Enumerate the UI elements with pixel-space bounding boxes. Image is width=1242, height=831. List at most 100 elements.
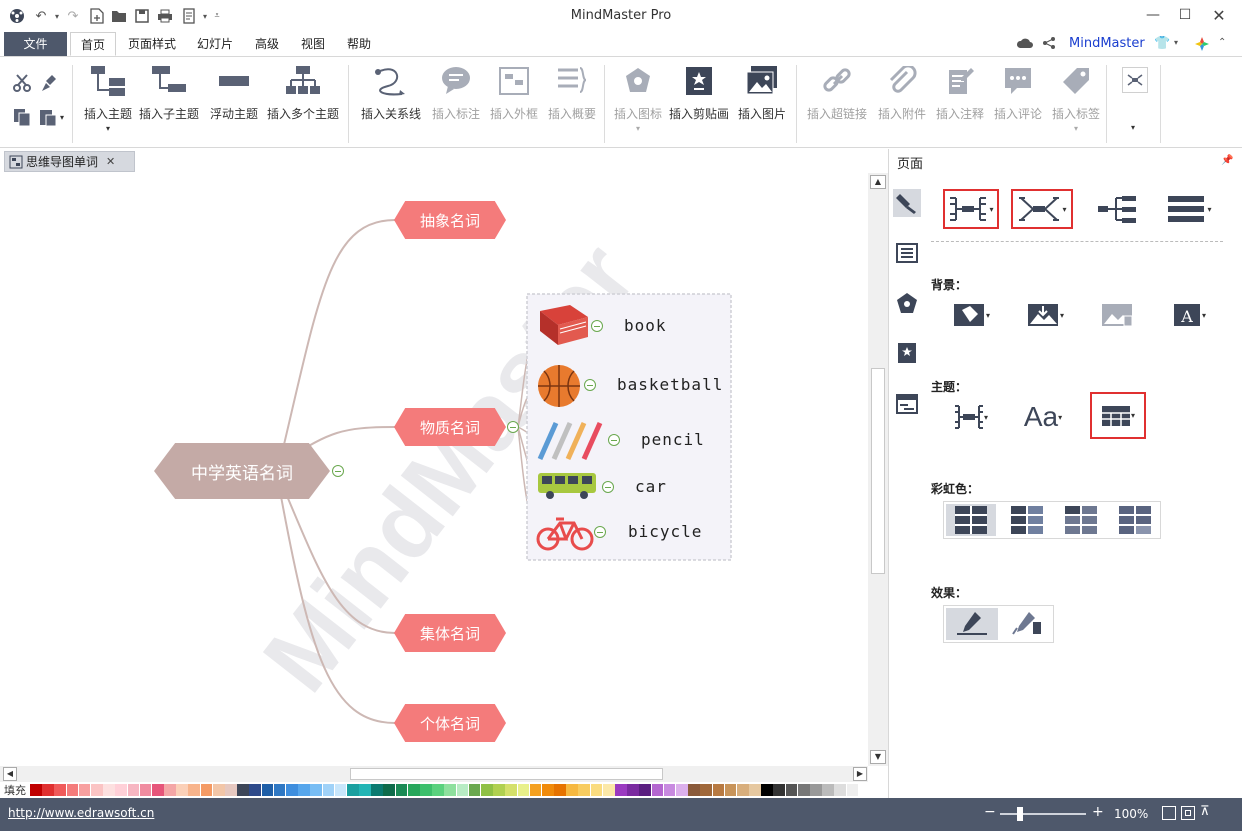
account-name[interactable]: MindMaster bbox=[1069, 36, 1145, 51]
symbol-icon[interactable] bbox=[893, 289, 921, 317]
color-swatch[interactable] bbox=[237, 784, 249, 796]
color-swatch[interactable] bbox=[139, 784, 152, 796]
color-swatch[interactable] bbox=[773, 784, 786, 796]
branch-abstract-nouns[interactable]: 抽象名词 bbox=[394, 201, 506, 239]
color-swatch[interactable] bbox=[66, 784, 79, 796]
skin-icon[interactable]: 👕 bbox=[1154, 36, 1170, 51]
rainbow-option-4[interactable] bbox=[1110, 504, 1160, 536]
color-swatch[interactable] bbox=[432, 784, 444, 796]
insert-note-button[interactable]: 插入注释 bbox=[932, 63, 988, 122]
color-swatch[interactable] bbox=[176, 784, 188, 796]
outline-list-icon[interactable] bbox=[893, 239, 921, 267]
skin-dropdown-icon[interactable]: ▾ bbox=[1174, 38, 1178, 47]
pin-panel-icon[interactable]: 📌 bbox=[1221, 155, 1233, 166]
collapse-ribbon-icon[interactable]: ⌃ bbox=[1218, 37, 1226, 48]
close-tab-icon[interactable]: ✕ bbox=[106, 155, 115, 168]
color-swatch[interactable] bbox=[346, 784, 359, 796]
color-swatch[interactable] bbox=[810, 784, 822, 796]
tab-view[interactable]: 视图 bbox=[294, 32, 332, 56]
color-swatch[interactable] bbox=[566, 784, 578, 796]
color-swatch[interactable] bbox=[420, 784, 432, 796]
color-swatch[interactable] bbox=[785, 784, 798, 796]
color-swatch[interactable] bbox=[822, 784, 834, 796]
layout-tree-button[interactable] bbox=[1089, 189, 1145, 229]
mindmap-canvas[interactable]: MindMaster 中学英语名词 抽象名词 物质名词 集体名词 个体名词 bo… bbox=[0, 173, 868, 766]
layout-list-button[interactable]: ▾ bbox=[1161, 189, 1217, 229]
leaf-collapse-icon[interactable] bbox=[594, 526, 606, 538]
color-swatch[interactable] bbox=[675, 784, 688, 796]
color-swatch[interactable] bbox=[627, 784, 639, 796]
color-swatch[interactable] bbox=[688, 784, 700, 796]
insert-relation-button[interactable]: 插入关系线 bbox=[356, 63, 426, 122]
color-swatch[interactable] bbox=[188, 784, 201, 796]
insert-icon-button[interactable]: 插入图标 ▾ bbox=[610, 63, 666, 133]
color-swatch[interactable] bbox=[371, 784, 383, 796]
effect-flat-button[interactable] bbox=[946, 608, 998, 640]
tab-slides[interactable]: 幻灯片 bbox=[190, 32, 240, 56]
leaf-collapse-icon[interactable] bbox=[602, 481, 614, 493]
scroll-left-icon[interactable]: ◀ bbox=[3, 767, 17, 781]
insert-tag-button[interactable]: 插入标签 ▾ bbox=[1048, 63, 1104, 133]
horizontal-scrollbar[interactable]: ◀ ▶ bbox=[0, 766, 868, 782]
color-swatch[interactable] bbox=[468, 784, 481, 796]
insert-boundary-button[interactable]: 插入外框 bbox=[486, 63, 542, 122]
color-swatch[interactable] bbox=[225, 784, 237, 796]
color-swatch[interactable] bbox=[749, 784, 761, 796]
branch-collective-nouns[interactable]: 集体名词 bbox=[394, 614, 506, 652]
color-swatch[interactable] bbox=[212, 784, 225, 796]
insert-subtopic-button[interactable]: 插入子主题 bbox=[138, 63, 200, 122]
color-swatch[interactable] bbox=[285, 784, 298, 796]
vertical-scrollbar[interactable]: ▲ ▼ bbox=[868, 173, 888, 766]
color-swatch[interactable] bbox=[529, 784, 542, 796]
color-swatch[interactable] bbox=[334, 784, 347, 796]
rainbow-single-color[interactable] bbox=[946, 504, 996, 536]
color-swatch[interactable] bbox=[273, 784, 286, 796]
color-swatch[interactable] bbox=[261, 784, 274, 796]
insert-topic-button[interactable]: 插入主题 ▾ bbox=[80, 63, 136, 133]
color-swatch[interactable] bbox=[54, 784, 67, 796]
horizontal-scroll-thumb[interactable] bbox=[350, 768, 663, 780]
tab-help[interactable]: 帮助 bbox=[340, 32, 378, 56]
leaf-car[interactable]: car bbox=[635, 477, 667, 496]
background-color-button[interactable]: ▾ bbox=[943, 295, 999, 335]
color-swatch[interactable] bbox=[383, 784, 396, 796]
central-collapse-icon[interactable] bbox=[332, 465, 344, 477]
insert-summary-button[interactable]: 插入概要 bbox=[544, 63, 600, 122]
insert-attachment-button[interactable]: 插入附件 bbox=[874, 63, 930, 122]
color-swatch[interactable] bbox=[602, 784, 615, 796]
color-swatch[interactable] bbox=[103, 784, 115, 796]
website-link[interactable]: http://www.edrawsoft.cn bbox=[8, 806, 154, 820]
tab-page-style[interactable]: 页面样式 bbox=[122, 32, 182, 56]
insert-comment-button[interactable]: 插入评论 bbox=[990, 63, 1046, 122]
theme-font-button[interactable]: Aa ▾ bbox=[1015, 397, 1071, 437]
floating-topic-button[interactable]: 浮动主题 bbox=[206, 63, 262, 122]
color-swatch[interactable] bbox=[115, 784, 127, 796]
rainbow-option-2[interactable] bbox=[1002, 504, 1052, 536]
fit-page-icon[interactable] bbox=[1162, 806, 1176, 820]
tab-home[interactable]: 首页 bbox=[70, 32, 116, 56]
zoom-out-icon[interactable]: − bbox=[984, 804, 996, 820]
insert-clipart-button[interactable]: 插入剪贴画 bbox=[668, 63, 730, 122]
insert-image-button[interactable]: 插入图片 bbox=[734, 63, 790, 122]
leaf-collapse-icon[interactable] bbox=[591, 320, 603, 332]
color-swatch[interactable] bbox=[846, 784, 859, 796]
presentation-icon[interactable]: ⊼ bbox=[1200, 804, 1210, 819]
zoom-slider[interactable] bbox=[1000, 813, 1086, 815]
color-swatches[interactable] bbox=[30, 784, 859, 796]
tab-advanced[interactable]: 高级 bbox=[248, 32, 286, 56]
ribbon-more-dropdown-icon[interactable]: ▾ bbox=[1131, 123, 1135, 132]
close-window-button[interactable]: ✕ bbox=[1204, 4, 1234, 26]
branch-collapse-icon[interactable] bbox=[507, 421, 519, 433]
color-swatch[interactable] bbox=[127, 784, 140, 796]
format-painter-icon[interactable] bbox=[40, 73, 58, 96]
leaf-book[interactable]: book bbox=[624, 316, 667, 335]
paste-dropdown-icon[interactable]: ▾ bbox=[60, 113, 64, 122]
theme-style-button[interactable]: ▾ bbox=[943, 397, 999, 437]
color-swatch[interactable] bbox=[456, 784, 469, 796]
color-swatch[interactable] bbox=[578, 784, 591, 796]
color-swatch[interactable] bbox=[249, 784, 262, 796]
zoom-slider-handle[interactable] bbox=[1017, 807, 1023, 821]
effect-hand-drawn-button[interactable] bbox=[1000, 608, 1052, 640]
zoom-in-icon[interactable]: + bbox=[1092, 804, 1104, 820]
cut-icon[interactable] bbox=[12, 73, 32, 96]
